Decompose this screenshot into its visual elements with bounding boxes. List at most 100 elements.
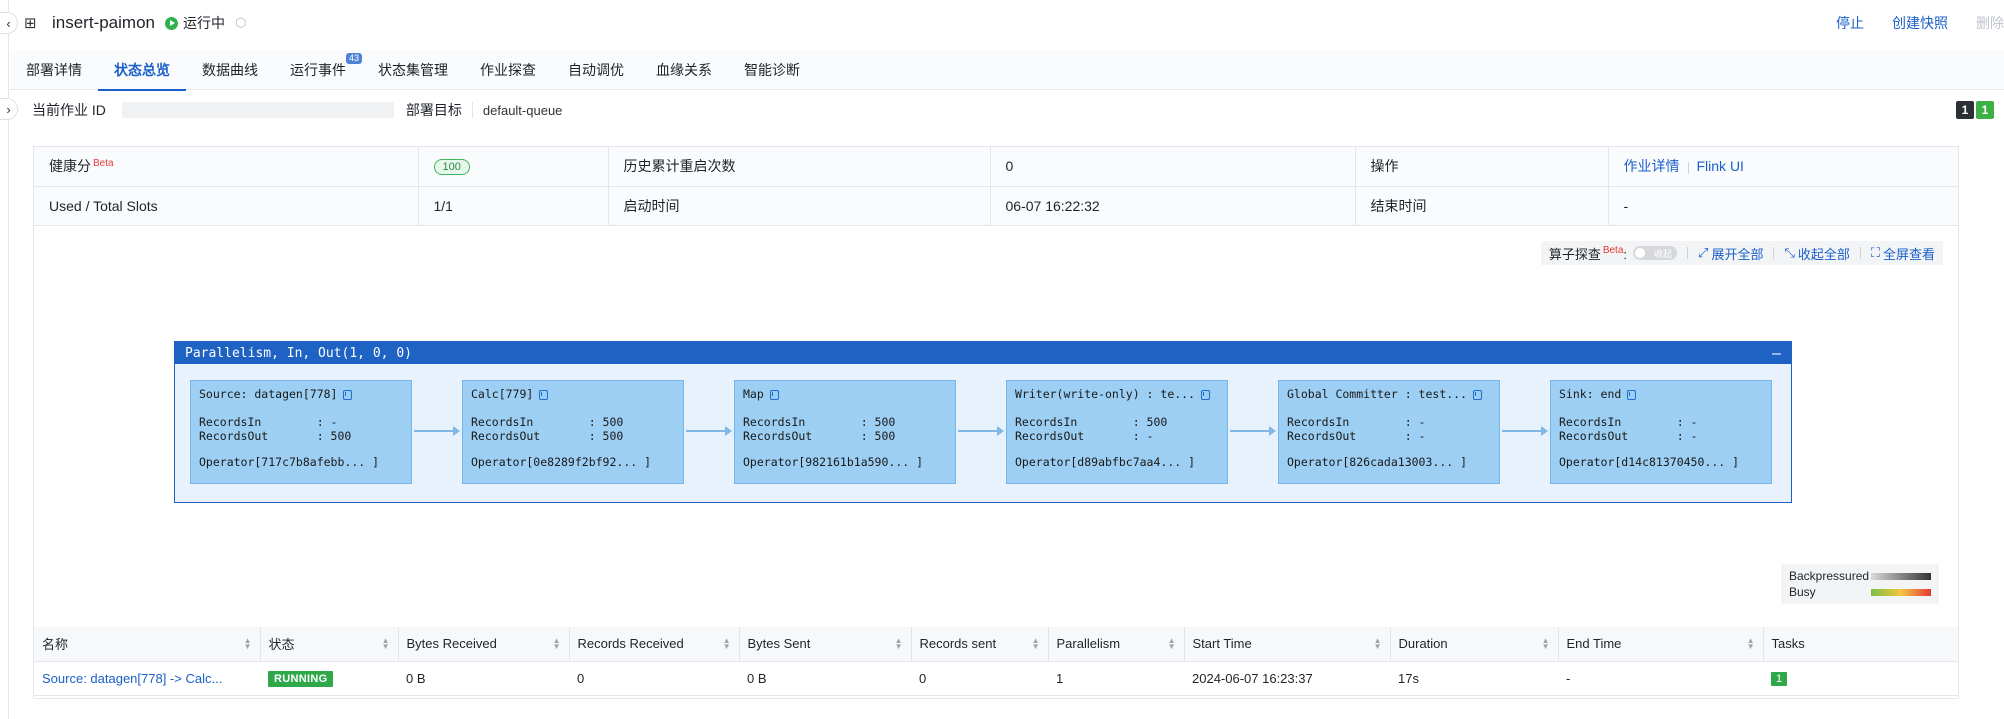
graph-node[interactable]: Writer(write-only) : te... RecordsIn : 50… xyxy=(1006,380,1228,484)
graph-node[interactable]: Map RecordsIn : 500 RecordsOut : 500 Operat… xyxy=(734,380,956,484)
column-header-label: Duration xyxy=(1398,636,1448,652)
records-in: RecordsIn : - xyxy=(199,415,338,429)
records-received: 0 xyxy=(569,661,739,696)
sort-icon[interactable]: ▲ ▼ xyxy=(1168,637,1176,651)
tab-auto-tuning[interactable]: 自动调优 xyxy=(552,50,640,90)
column-header[interactable]: Records sent ▲ ▼ xyxy=(911,627,1049,662)
column-header[interactable]: Records Received ▲ ▼ xyxy=(569,627,740,662)
sort-icon[interactable]: ▲ ▼ xyxy=(1032,637,1040,651)
column-header-label: End Time xyxy=(1566,636,1622,652)
node-name-text: Source: datagen[778] xyxy=(199,387,338,401)
fullscreen-button[interactable]: ⛶ 全屏查看 xyxy=(1871,244,1935,263)
job-graph[interactable]: Parallelism, In, Out(1, 0, 0) — Source: … xyxy=(174,341,1792,503)
graph-legend: Backpressured Busy xyxy=(1781,564,1939,604)
column-header-label: Records Received xyxy=(577,636,684,652)
column-header[interactable]: Tasks xyxy=(1763,627,1958,662)
legend-row-busy: Busy xyxy=(1789,584,1931,600)
counters: 1 1 xyxy=(1956,101,1994,119)
bytes-sent: 0 B xyxy=(739,661,911,696)
records-out: RecordsOut : 500 xyxy=(199,429,352,443)
probe-label-text: 算子探查 xyxy=(1548,246,1601,262)
copy-icon[interactable] xyxy=(1627,389,1637,400)
fullscreen-label: 全屏查看 xyxy=(1882,246,1935,262)
health-value-cell: 100 xyxy=(418,147,609,187)
copy-icon[interactable] xyxy=(539,389,549,400)
restarts-label: 历史累计重启次数 xyxy=(608,147,991,187)
column-header-label: Start Time xyxy=(1192,636,1252,652)
create-snapshot-button[interactable]: 创建快照 xyxy=(1892,13,1948,33)
copy-icon[interactable] xyxy=(769,389,779,400)
tab-lineage[interactable]: 血缘关系 xyxy=(640,50,728,90)
column-header[interactable]: Bytes Received ▲ ▼ xyxy=(398,627,570,662)
sort-icon[interactable]: ▲ ▼ xyxy=(382,637,390,651)
flink-ui-link[interactable]: Flink UI xyxy=(1697,158,1744,174)
vertices-table: 名称 ▲ ▼ 状态 ▲ ▼ Bytes Received ▲ ▼ Records Received… xyxy=(34,627,1958,696)
tab-deployment-details[interactable]: 部署详情 xyxy=(10,50,98,90)
graph-node[interactable]: Source: datagen[778] RecordsIn : - Records… xyxy=(190,380,412,484)
job-id-label: 当前作业 ID xyxy=(32,102,106,118)
copy-icon[interactable] xyxy=(1473,389,1483,400)
column-header[interactable]: 名称 ▲ ▼ xyxy=(34,627,261,662)
node-name: Calc[779] xyxy=(471,387,675,403)
end-time-value: - xyxy=(1608,186,1958,226)
stop-button[interactable]: 停止 xyxy=(1836,13,1864,33)
collapse-all-button[interactable]: ⤡ 收起全部 xyxy=(1784,244,1849,263)
copy-icon[interactable] xyxy=(343,389,353,400)
legend-label: Busy xyxy=(1789,585,1816,599)
expand-all-button[interactable]: ⤢ 展开全部 xyxy=(1698,244,1763,263)
tab-state-set[interactable]: 状态集管理 xyxy=(362,50,464,90)
node-name: Global Committer : test... xyxy=(1287,387,1491,403)
records-out: RecordsOut : 500 xyxy=(471,429,624,443)
sort-icon[interactable]: ▲ ▼ xyxy=(553,637,561,651)
health-label-cell: 健康分 Beta xyxy=(34,147,419,187)
operator-id: Operator[982161b1a590... ] xyxy=(743,455,947,469)
column-header[interactable]: End Time ▲ ▼ xyxy=(1558,627,1764,662)
counter-green: 1 xyxy=(1976,101,1994,119)
records-sent: 0 xyxy=(911,661,1048,696)
column-header[interactable]: Bytes Sent ▲ ▼ xyxy=(739,627,912,662)
graph-node[interactable]: Calc[779] RecordsIn : 500 RecordsOut : 500… xyxy=(462,380,684,484)
ops-label: 操作 xyxy=(1355,147,1609,187)
operator-id: Operator[d89abfbc7aa4... ] xyxy=(1015,455,1219,469)
sort-icon[interactable]: ▲ ▼ xyxy=(895,637,903,651)
tab-diagnosis[interactable]: 智能诊断 xyxy=(728,50,816,90)
tab-status-overview[interactable]: 状态总览 xyxy=(98,50,186,91)
node-name: Writer(write-only) : te... xyxy=(1015,387,1219,403)
job-detail-link[interactable]: 作业详情 xyxy=(1624,158,1680,174)
sort-icon[interactable]: ▲ ▼ xyxy=(244,637,252,651)
tab-data-curves[interactable]: 数据曲线 xyxy=(186,50,274,90)
column-header[interactable]: 状态 ▲ ▼ xyxy=(260,627,399,662)
tab-label: 状态集管理 xyxy=(378,61,448,78)
fullscreen-icon: ⛶ xyxy=(1870,245,1880,260)
graph-node[interactable]: Sink: end RecordsIn : - RecordsOut : - Oper… xyxy=(1550,380,1772,484)
sort-icon[interactable]: ▲ ▼ xyxy=(723,637,731,651)
ops-links-cell: 作业详情 Flink UI xyxy=(1608,147,1958,187)
sort-icon[interactable]: ▲ ▼ xyxy=(1374,637,1382,651)
sort-icon[interactable]: ▲ ▼ xyxy=(1747,637,1755,651)
tab-run-events[interactable]: 运行事件 43 xyxy=(274,50,362,90)
divider xyxy=(1773,247,1775,259)
column-header[interactable]: Start Time ▲ ▼ xyxy=(1184,627,1391,662)
vertex-name[interactable]: Source: datagen[778] -> Calc... xyxy=(42,671,222,686)
delete-button[interactable]: 删除 xyxy=(1976,13,2004,33)
vertex-name-link[interactable]: Source: datagen[778] -> Calc... xyxy=(34,661,260,696)
tasks-cell: 1 xyxy=(1763,661,1958,696)
cube-icon: ⬡ xyxy=(235,15,247,30)
node-name: Source: datagen[778] xyxy=(199,387,403,403)
backpressure-gradient xyxy=(1871,572,1931,580)
minimize-icon[interactable]: — xyxy=(1772,344,1781,362)
sort-icon[interactable]: ▲ ▼ xyxy=(1542,637,1550,651)
tab-label: 自动调优 xyxy=(568,61,624,78)
tab-job-probe[interactable]: 作业探查 xyxy=(464,50,552,90)
busy-gradient xyxy=(1871,588,1931,596)
probe-toggle[interactable]: 收起 xyxy=(1633,246,1678,260)
column-header[interactable]: Duration ▲ ▼ xyxy=(1390,627,1559,662)
operator-id: Operator[717c7b8afebb... ] xyxy=(199,455,403,469)
column-header[interactable]: Parallelism ▲ ▼ xyxy=(1048,627,1185,662)
copy-icon[interactable] xyxy=(1201,389,1211,400)
graph-node[interactable]: Global Committer : test... RecordsIn : -R… xyxy=(1278,380,1500,484)
operator-id-text: Operator[717c7b8afebb... ] xyxy=(199,455,380,469)
